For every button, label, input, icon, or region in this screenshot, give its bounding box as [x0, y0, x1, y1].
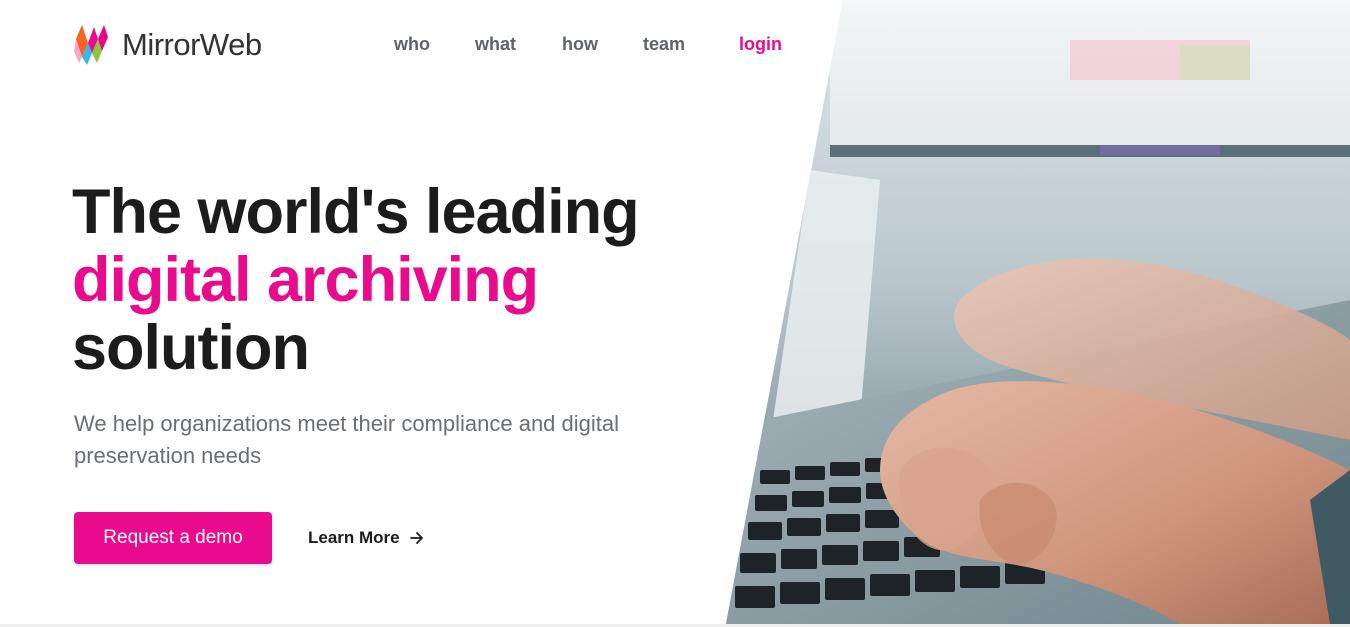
main-nav: who what how team login: [394, 32, 782, 56]
nav-item-who[interactable]: who: [394, 32, 475, 56]
arrow-right-icon: [409, 532, 423, 544]
nav-item-what[interactable]: what: [475, 32, 562, 56]
hero-subtitle: We help organizations meet their complia…: [74, 411, 620, 468]
hero-title-line1: The world's leading: [72, 177, 640, 247]
nav-item-login[interactable]: login: [739, 32, 782, 56]
logo-link[interactable]: MirrorWeb: [74, 23, 262, 65]
landing-page: MirrorWeb who what how team login The wo…: [0, 0, 1350, 627]
hero-title-highlight: digital archiving: [72, 245, 539, 315]
learn-more-label: Learn More: [308, 528, 400, 547]
request-demo-button[interactable]: Request a demo: [74, 512, 272, 564]
hero-title-line3: solution: [72, 313, 310, 383]
brand-name: MirrorWeb: [122, 26, 262, 62]
hero-title: The world's leading digital archiving so…: [72, 178, 712, 382]
learn-more-link[interactable]: Learn More: [308, 526, 424, 550]
mirrorweb-logo-icon: [74, 25, 108, 65]
nav-item-team[interactable]: team: [643, 32, 739, 56]
nav-item-how[interactable]: how: [562, 32, 643, 56]
